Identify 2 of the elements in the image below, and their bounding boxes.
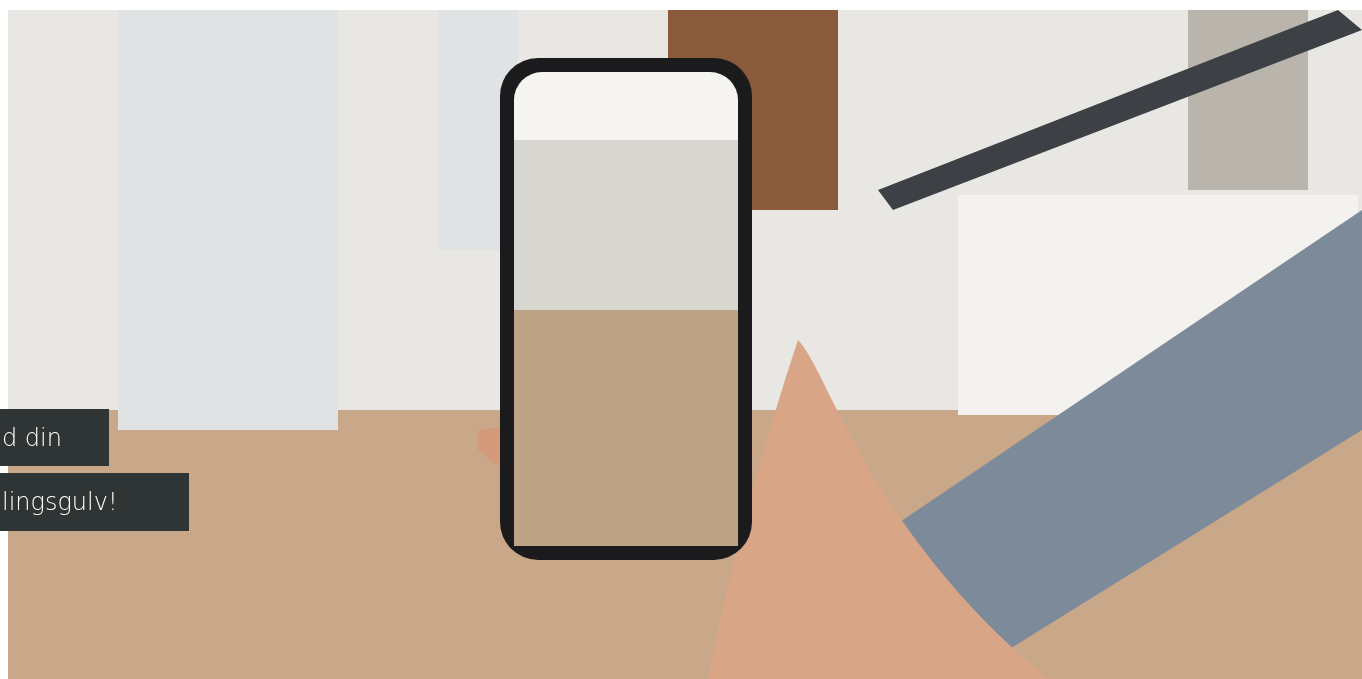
caption-text: lingsgulv! [0,473,189,531]
caption-text: d din [0,409,109,466]
